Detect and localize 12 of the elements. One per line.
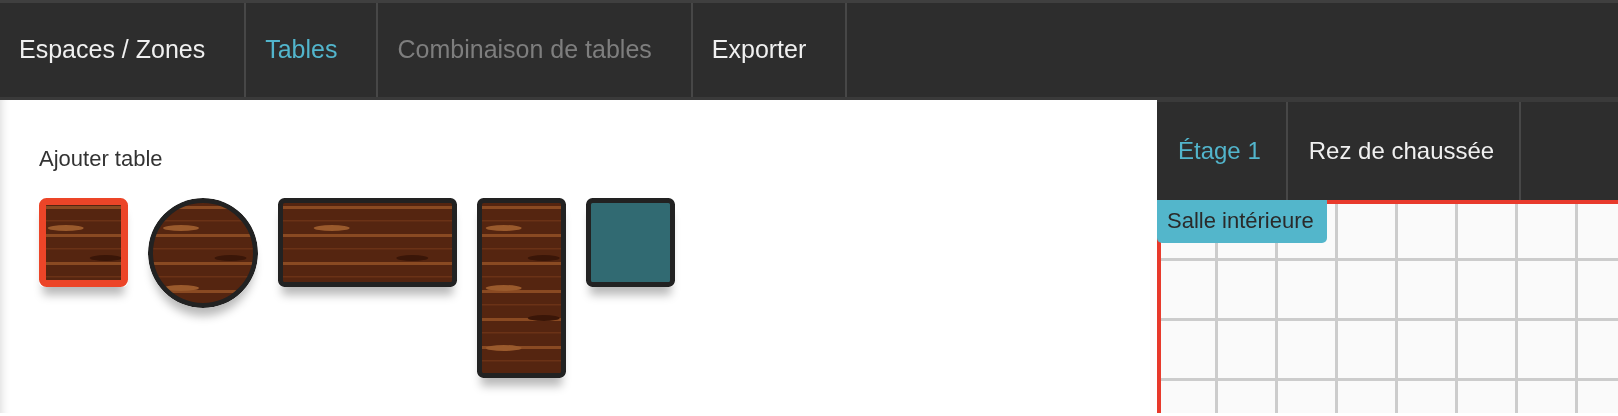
floor-plan-grid[interactable]: Salle intérieure [1157, 200, 1618, 413]
table-icon[interactable] [477, 198, 566, 378]
round-table-icon[interactable] [148, 198, 258, 308]
tab[interactable]: Exporter [692, 3, 848, 97]
tab[interactable]: Tables [246, 3, 379, 97]
floor-tab[interactable]: Étage 1 [1157, 102, 1286, 200]
room-label[interactable]: Salle intérieure [1157, 200, 1327, 243]
table-icon[interactable] [278, 198, 457, 287]
tab[interactable]: Espaces / Zones [0, 3, 247, 97]
section-title: Ajouter table [39, 145, 164, 173]
table-icon[interactable] [39, 198, 128, 287]
table-icon[interactable] [586, 198, 675, 287]
